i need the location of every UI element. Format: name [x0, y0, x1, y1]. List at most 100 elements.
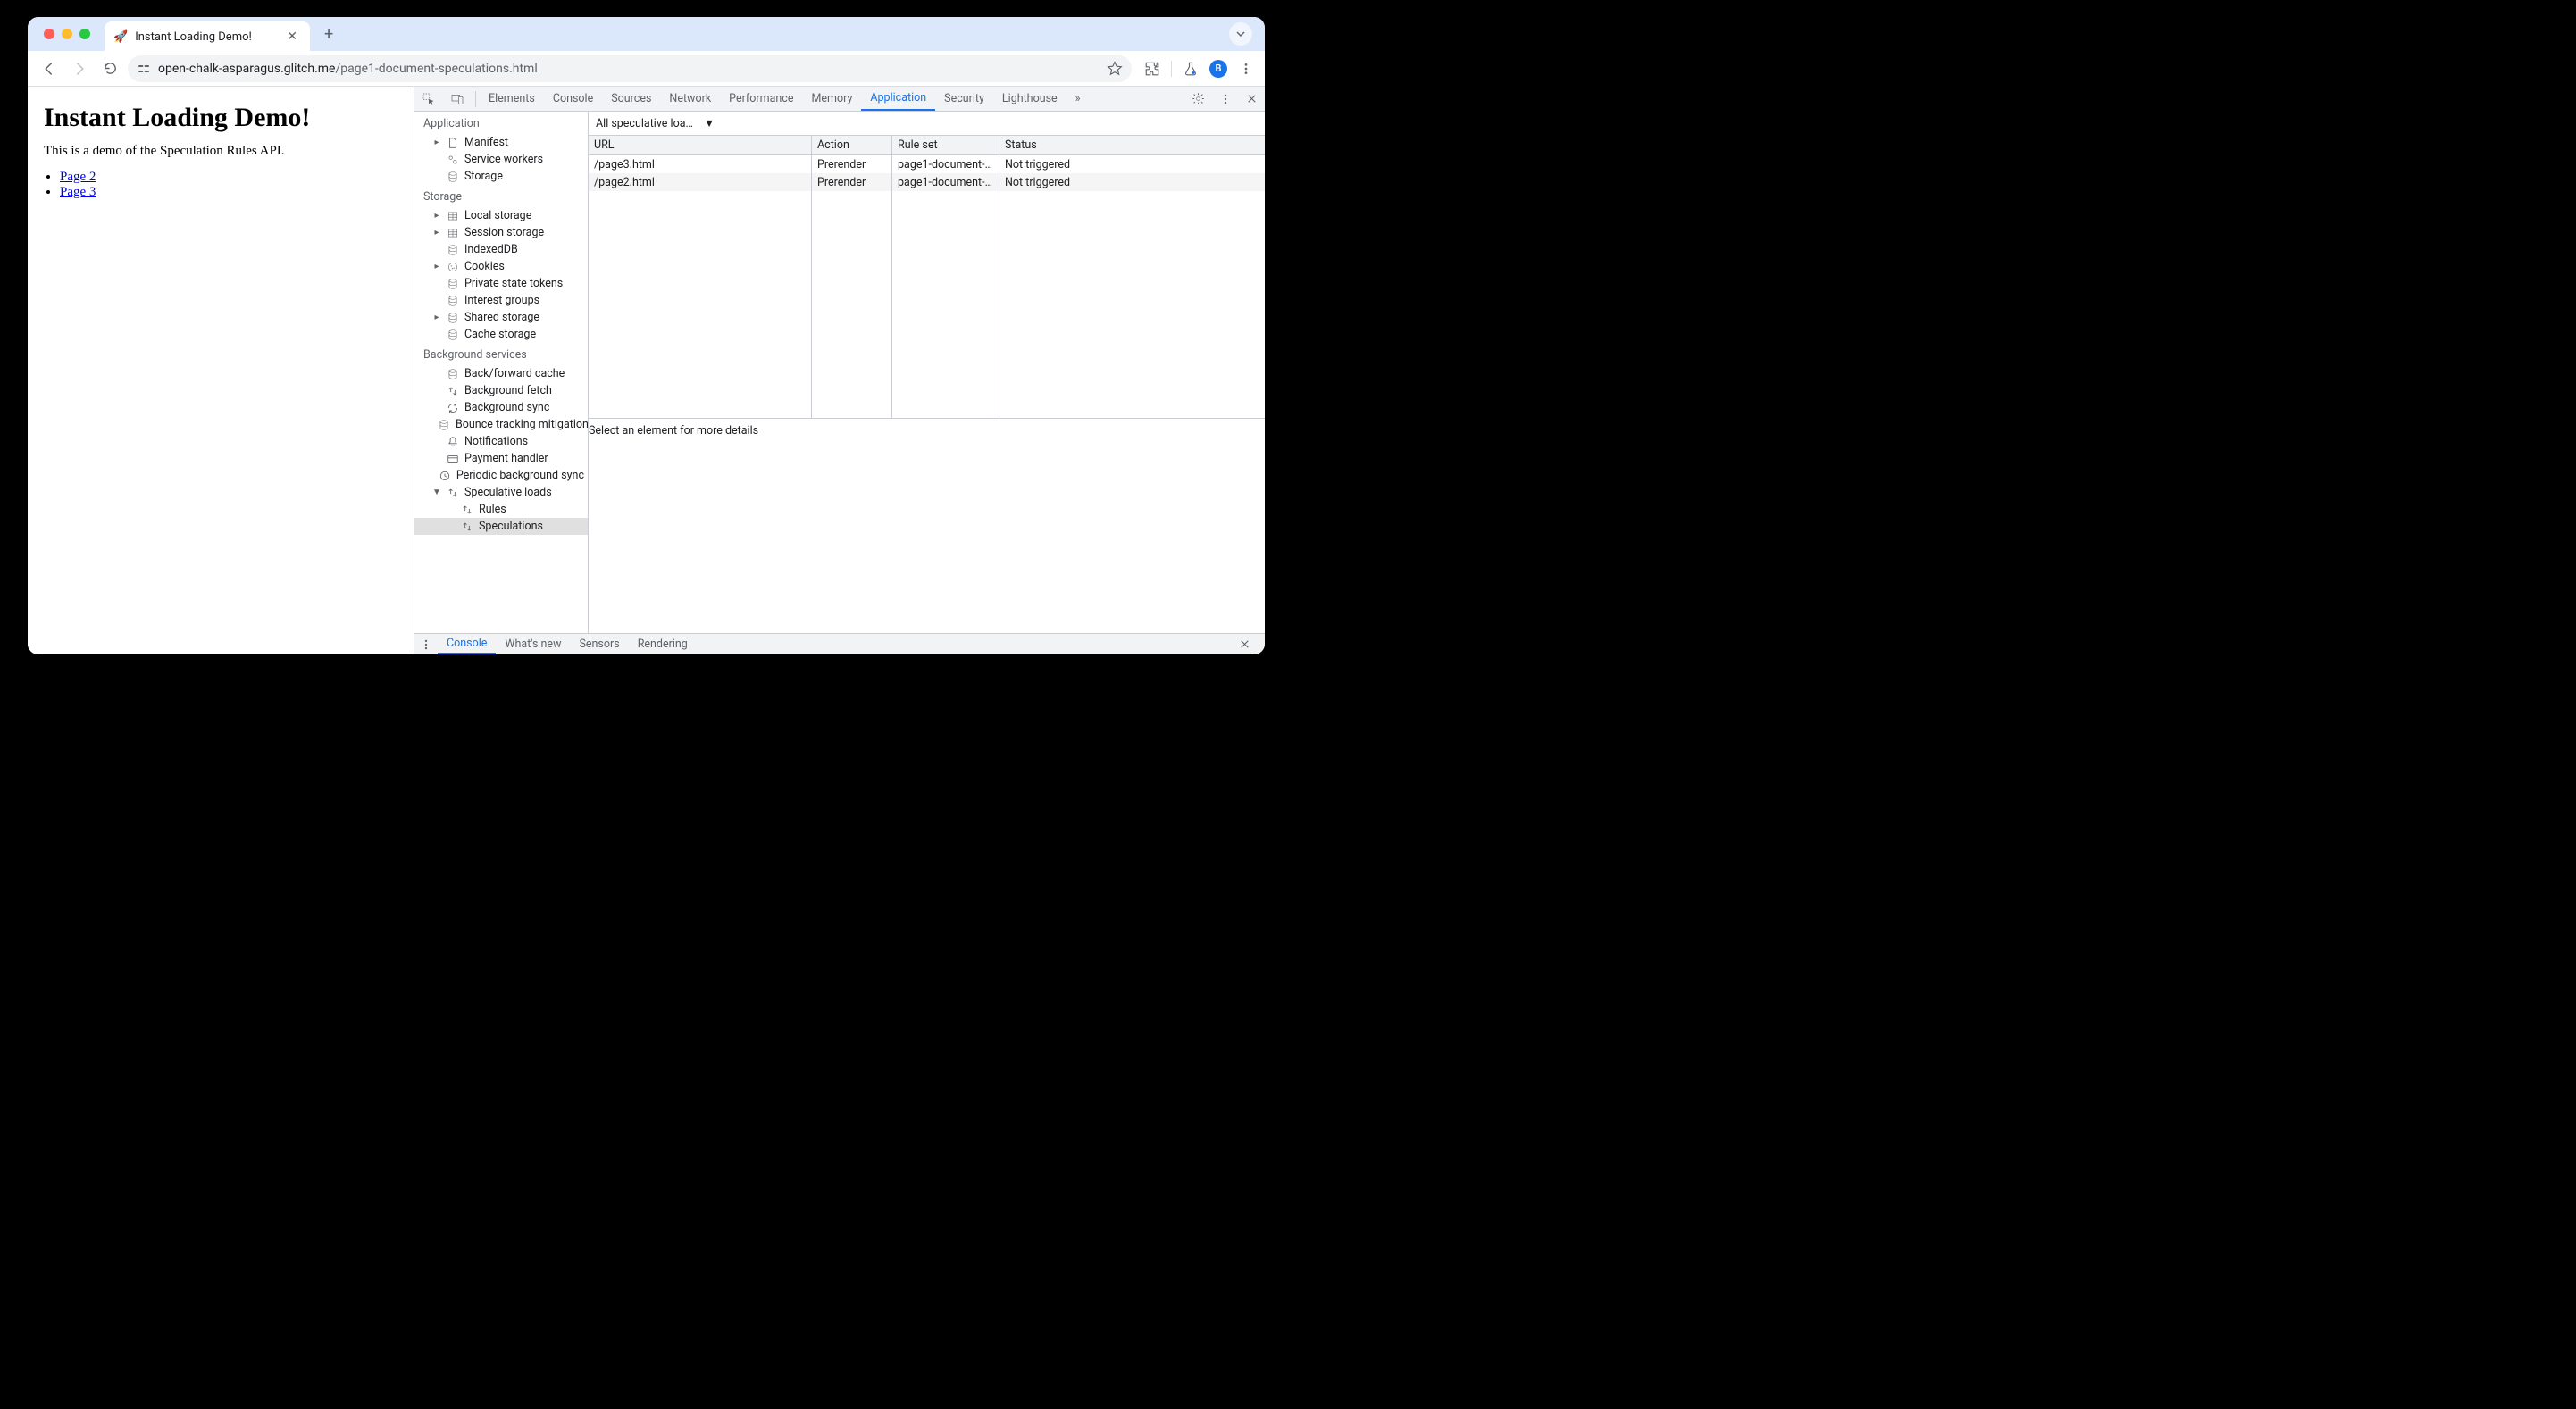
extensions-button[interactable] [1142, 59, 1162, 79]
drawer-tab-sensors[interactable]: Sensors [570, 634, 628, 654]
sidebar-item-rules[interactable]: Rules [414, 501, 588, 518]
db-icon [447, 171, 459, 183]
menu-button[interactable] [1236, 59, 1256, 79]
chevron-down-icon [1235, 29, 1246, 39]
sidebar-item-label: Notifications [464, 435, 528, 448]
db-icon [438, 419, 450, 431]
column-url[interactable]: URL [589, 136, 812, 154]
reload-button[interactable] [97, 56, 122, 81]
clock-icon [439, 470, 451, 482]
table-row[interactable]: /page3.html Prerender page1-document-… N… [589, 155, 1265, 173]
dropdown-label: All speculative loa… [596, 117, 693, 130]
devtools-tabs: Elements Console Sources Network Perform… [480, 87, 1090, 111]
sidebar-item-session-storage[interactable]: ▸Session storage [414, 224, 588, 241]
more-tabs-button[interactable]: » [1066, 87, 1090, 111]
file-icon [447, 137, 459, 149]
drawer-tab-console[interactable]: Console [438, 634, 496, 654]
inspect-element-button[interactable] [414, 87, 443, 111]
tab-network[interactable]: Network [660, 87, 720, 111]
sidebar-item-cookies[interactable]: ▸ Cookies [414, 258, 588, 275]
omnibox[interactable]: open-chalk-asparagus.glitch.me/page1-doc… [128, 55, 1132, 82]
column-status[interactable]: Status [999, 136, 1265, 154]
sidebar-item-manifest[interactable]: ▸Manifest [414, 134, 588, 151]
browser-tab[interactable]: 🚀 Instant Loading Demo! ✕ [105, 21, 310, 52]
sidebar-item-periodic-background-sync[interactable]: Periodic background sync [414, 467, 588, 484]
db-icon [447, 295, 459, 307]
new-tab-button[interactable]: + [319, 23, 339, 46]
sidebar-item-label: Storage [464, 170, 503, 183]
cell-url: /page2.html [589, 173, 812, 191]
sidebar-item-label: Background sync [464, 401, 549, 414]
close-window-button[interactable] [44, 29, 54, 39]
sidebar-item-label: Rules [479, 503, 506, 516]
sidebar-item-bounce-tracking-mitigation[interactable]: Bounce tracking mitigation [414, 416, 588, 433]
tree-arrow-icon: ▸ [432, 313, 441, 322]
labs-button[interactable] [1181, 59, 1200, 79]
device-toolbar-button[interactable] [443, 87, 472, 111]
devtools-body: Application▸ManifestService workersStora… [414, 112, 1265, 633]
drawer-tab-whatsnew[interactable]: What's new [496, 634, 570, 654]
column-ruleset[interactable]: Rule set [892, 136, 999, 154]
sidebar-section-title: Storage [414, 185, 588, 207]
cell-ruleset: page1-document-… [892, 155, 999, 173]
updown-icon [447, 487, 459, 499]
sidebar-item-label: Speculative loads [464, 486, 552, 499]
drawer-close-button[interactable] [1230, 634, 1259, 654]
column-action[interactable]: Action [812, 136, 892, 154]
tab-memory[interactable]: Memory [802, 87, 861, 111]
drawer-tab-rendering[interactable]: Rendering [629, 634, 697, 654]
sidebar-item-payment-handler[interactable]: Payment handler [414, 450, 588, 467]
sidebar-item-speculations[interactable]: Speculations [414, 518, 588, 535]
kebab-icon [420, 638, 432, 651]
tab-lighthouse[interactable]: Lighthouse [993, 87, 1066, 111]
tree-arrow-icon: ▸ [432, 262, 441, 271]
sidebar-item-background-fetch[interactable]: Background fetch [414, 382, 588, 399]
sidebar-item-label: Cookies [464, 260, 505, 273]
url-text: open-chalk-asparagus.glitch.me/page1-doc… [158, 62, 538, 76]
minimize-window-button[interactable] [62, 29, 72, 39]
tree-arrow-icon: ▸ [432, 211, 441, 221]
sidebar-item-storage[interactable]: Storage [414, 168, 588, 185]
sidebar-item-back-forward-cache[interactable]: Back/forward cache [414, 365, 588, 382]
sidebar-item-shared-storage[interactable]: ▸Shared storage [414, 309, 588, 326]
sidebar-item-local-storage[interactable]: ▸Local storage [414, 207, 588, 224]
forward-button[interactable] [67, 56, 92, 81]
sidebar-item-interest-groups[interactable]: Interest groups [414, 292, 588, 309]
tab-favicon: 🚀 [113, 30, 128, 44]
tab-elements[interactable]: Elements [480, 87, 544, 111]
table-row[interactable]: /page2.html Prerender page1-document-… N… [589, 173, 1265, 191]
db-icon [447, 312, 459, 324]
profile-avatar[interactable]: B [1209, 60, 1227, 78]
sidebar-item-notifications[interactable]: Notifications [414, 433, 588, 450]
tab-sources[interactable]: Sources [602, 87, 660, 111]
tab-console[interactable]: Console [544, 87, 602, 111]
maximize-window-button[interactable] [79, 29, 90, 39]
tab-performance[interactable]: Performance [720, 87, 802, 111]
page-link[interactable]: Page 3 [60, 185, 96, 199]
gears-icon [447, 154, 459, 166]
db-icon [447, 329, 459, 341]
card-icon [447, 453, 459, 465]
page-link[interactable]: Page 2 [60, 170, 96, 184]
sidebar-item-private-state-tokens[interactable]: Private state tokens [414, 275, 588, 292]
tab-application[interactable]: Application [861, 87, 935, 111]
sidebar-item-background-sync[interactable]: Background sync [414, 399, 588, 416]
sidebar-item-speculative-loads[interactable]: ▼Speculative loads [414, 484, 588, 501]
sidebar-item-service-workers[interactable]: Service workers [414, 151, 588, 168]
tab-search-button[interactable] [1229, 22, 1252, 46]
sidebar-item-label: Service workers [464, 153, 543, 166]
updown-icon [461, 521, 473, 533]
devtools-settings-button[interactable] [1184, 87, 1212, 111]
sidebar-item-indexeddb[interactable]: IndexedDB [414, 241, 588, 258]
close-tab-button[interactable]: ✕ [283, 29, 301, 44]
star-icon[interactable] [1107, 61, 1123, 77]
devtools-menu-button[interactable] [1212, 87, 1239, 111]
sidebar-item-cache-storage[interactable]: Cache storage [414, 326, 588, 343]
tab-security[interactable]: Security [935, 87, 993, 111]
site-settings-icon[interactable] [137, 62, 151, 76]
drawer-menu-button[interactable] [420, 634, 438, 654]
devtools-close-button[interactable] [1239, 87, 1265, 111]
puzzle-icon [1144, 61, 1160, 77]
speculations-filter-dropdown[interactable]: All speculative loa… ▼ [592, 117, 718, 130]
back-button[interactable] [37, 56, 62, 81]
